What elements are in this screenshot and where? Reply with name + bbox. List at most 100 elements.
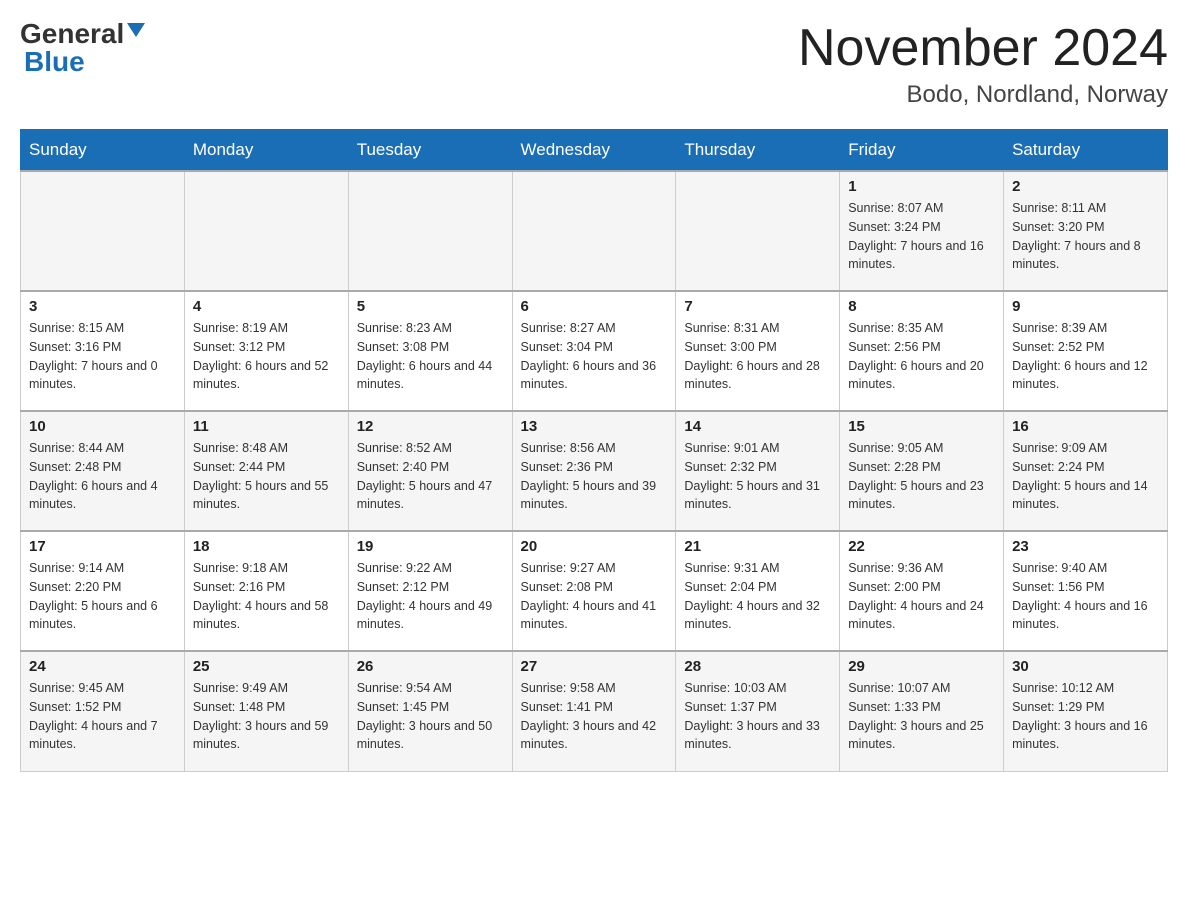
day-info: Sunrise: 8:31 AMSunset: 3:00 PMDaylight:… bbox=[684, 319, 831, 394]
day-info: Sunrise: 9:14 AMSunset: 2:20 PMDaylight:… bbox=[29, 559, 176, 634]
day-info: Sunrise: 8:44 AMSunset: 2:48 PMDaylight:… bbox=[29, 439, 176, 514]
calendar-title: November 2024 bbox=[798, 20, 1168, 77]
header-thursday: Thursday bbox=[676, 130, 840, 172]
day-info: Sunrise: 9:58 AMSunset: 1:41 PMDaylight:… bbox=[521, 679, 668, 754]
calendar-cell: 11 Sunrise: 8:48 AMSunset: 2:44 PMDayligh… bbox=[184, 411, 348, 531]
calendar-cell: 27 Sunrise: 9:58 AMSunset: 1:41 PMDayligh… bbox=[512, 651, 676, 771]
calendar-cell: 7 Sunrise: 8:31 AMSunset: 3:00 PMDaylight… bbox=[676, 291, 840, 411]
day-number: 12 bbox=[357, 418, 504, 435]
calendar-cell: 13 Sunrise: 8:56 AMSunset: 2:36 PMDayligh… bbox=[512, 411, 676, 531]
calendar-cell: 17 Sunrise: 9:14 AMSunset: 2:20 PMDayligh… bbox=[21, 531, 185, 651]
day-number: 27 bbox=[521, 658, 668, 675]
day-number: 17 bbox=[29, 538, 176, 555]
day-info: Sunrise: 9:18 AMSunset: 2:16 PMDaylight:… bbox=[193, 559, 340, 634]
calendar-cell: 2 Sunrise: 8:11 AMSunset: 3:20 PMDaylight… bbox=[1004, 171, 1168, 291]
calendar-cell: 6Sunrise: 8:27 AMSunset: 3:04 PMDaylight… bbox=[512, 291, 676, 411]
calendar-cell: 20 Sunrise: 9:27 AMSunset: 2:08 PMDayligh… bbox=[512, 531, 676, 651]
day-info: Sunrise: 9:22 AMSunset: 2:12 PMDaylight:… bbox=[357, 559, 504, 634]
day-number: 7 bbox=[684, 298, 831, 315]
calendar-cell: 26Sunrise: 9:54 AMSunset: 1:45 PMDayligh… bbox=[348, 651, 512, 771]
calendar-table: Sunday Monday Tuesday Wednesday Thursday… bbox=[20, 129, 1168, 772]
day-number: 9 bbox=[1012, 298, 1159, 315]
calendar-cell: 15 Sunrise: 9:05 AMSunset: 2:28 PMDayligh… bbox=[840, 411, 1004, 531]
day-number: 24 bbox=[29, 658, 176, 675]
logo-triangle-icon bbox=[127, 23, 145, 46]
day-number: 10 bbox=[29, 418, 176, 435]
calendar-cell: 28 Sunrise: 10:03 AMSunset: 1:37 PMDaylig… bbox=[676, 651, 840, 771]
day-number: 5 bbox=[357, 298, 504, 315]
week-row-5: 24 Sunrise: 9:45 AMSunset: 1:52 PMDayligh… bbox=[21, 651, 1168, 771]
day-info: Sunrise: 9:31 AMSunset: 2:04 PMDaylight:… bbox=[684, 559, 831, 634]
day-number: 15 bbox=[848, 418, 995, 435]
day-info: Sunrise: 9:05 AMSunset: 2:28 PMDaylight:… bbox=[848, 439, 995, 514]
calendar-cell: 1 Sunrise: 8:07 AMSunset: 3:24 PMDaylight… bbox=[840, 171, 1004, 291]
day-info: Sunrise: 8:19 AMSunset: 3:12 PMDaylight:… bbox=[193, 319, 340, 394]
day-info: Sunrise: 8:56 AMSunset: 2:36 PMDaylight:… bbox=[521, 439, 668, 514]
day-info: Sunrise: 8:52 AMSunset: 2:40 PMDaylight:… bbox=[357, 439, 504, 514]
day-info: Sunrise: 8:07 AMSunset: 3:24 PMDaylight:… bbox=[848, 199, 995, 274]
week-row-2: 3Sunrise: 8:15 AMSunset: 3:16 PMDaylight… bbox=[21, 291, 1168, 411]
day-number: 11 bbox=[193, 418, 340, 435]
day-info: Sunrise: 9:36 AMSunset: 2:00 PMDaylight:… bbox=[848, 559, 995, 634]
calendar-cell: 21 Sunrise: 9:31 AMSunset: 2:04 PMDayligh… bbox=[676, 531, 840, 651]
day-info: Sunrise: 8:35 AMSunset: 2:56 PMDaylight:… bbox=[848, 319, 995, 394]
day-info: Sunrise: 9:27 AMSunset: 2:08 PMDaylight:… bbox=[521, 559, 668, 634]
day-number: 28 bbox=[684, 658, 831, 675]
day-number: 30 bbox=[1012, 658, 1159, 675]
day-number: 14 bbox=[684, 418, 831, 435]
day-info: Sunrise: 8:23 AMSunset: 3:08 PMDaylight:… bbox=[357, 319, 504, 394]
day-number: 29 bbox=[848, 658, 995, 675]
day-number: 1 bbox=[848, 178, 995, 195]
day-info: Sunrise: 8:27 AMSunset: 3:04 PMDaylight:… bbox=[521, 319, 668, 394]
day-number: 8 bbox=[848, 298, 995, 315]
header-sunday: Sunday bbox=[21, 130, 185, 172]
weekday-header-row: Sunday Monday Tuesday Wednesday Thursday… bbox=[21, 130, 1168, 172]
header-friday: Friday bbox=[840, 130, 1004, 172]
calendar-cell: 22Sunrise: 9:36 AMSunset: 2:00 PMDayligh… bbox=[840, 531, 1004, 651]
day-number: 13 bbox=[521, 418, 668, 435]
calendar-cell bbox=[348, 171, 512, 291]
day-info: Sunrise: 9:40 AMSunset: 1:56 PMDaylight:… bbox=[1012, 559, 1159, 634]
day-info: Sunrise: 8:11 AMSunset: 3:20 PMDaylight:… bbox=[1012, 199, 1159, 274]
day-number: 20 bbox=[521, 538, 668, 555]
header-wednesday: Wednesday bbox=[512, 130, 676, 172]
calendar-cell bbox=[512, 171, 676, 291]
day-info: Sunrise: 9:49 AMSunset: 1:48 PMDaylight:… bbox=[193, 679, 340, 754]
calendar-cell bbox=[676, 171, 840, 291]
page-header: General Blue November 2024 Bodo, Nordlan… bbox=[20, 20, 1168, 109]
calendar-cell: 18 Sunrise: 9:18 AMSunset: 2:16 PMDayligh… bbox=[184, 531, 348, 651]
calendar-cell: 10 Sunrise: 8:44 AMSunset: 2:48 PMDayligh… bbox=[21, 411, 185, 531]
day-number: 18 bbox=[193, 538, 340, 555]
title-block: November 2024 Bodo, Nordland, Norway bbox=[798, 20, 1168, 109]
week-row-4: 17 Sunrise: 9:14 AMSunset: 2:20 PMDayligh… bbox=[21, 531, 1168, 651]
calendar-cell bbox=[21, 171, 185, 291]
week-row-1: 1 Sunrise: 8:07 AMSunset: 3:24 PMDaylight… bbox=[21, 171, 1168, 291]
week-row-3: 10 Sunrise: 8:44 AMSunset: 2:48 PMDayligh… bbox=[21, 411, 1168, 531]
day-info: Sunrise: 9:01 AMSunset: 2:32 PMDaylight:… bbox=[684, 439, 831, 514]
calendar-cell: 30 Sunrise: 10:12 AMSunset: 1:29 PMDaylig… bbox=[1004, 651, 1168, 771]
logo-general: General bbox=[20, 20, 124, 48]
day-number: 25 bbox=[193, 658, 340, 675]
day-info: Sunrise: 10:03 AMSunset: 1:37 PMDaylight… bbox=[684, 679, 831, 754]
day-number: 19 bbox=[357, 538, 504, 555]
calendar-cell: 19 Sunrise: 9:22 AMSunset: 2:12 PMDayligh… bbox=[348, 531, 512, 651]
day-info: Sunrise: 9:09 AMSunset: 2:24 PMDaylight:… bbox=[1012, 439, 1159, 514]
calendar-cell: 3Sunrise: 8:15 AMSunset: 3:16 PMDaylight… bbox=[21, 291, 185, 411]
logo: General Blue bbox=[20, 20, 145, 76]
header-saturday: Saturday bbox=[1004, 130, 1168, 172]
calendar-cell bbox=[184, 171, 348, 291]
calendar-cell: 24 Sunrise: 9:45 AMSunset: 1:52 PMDayligh… bbox=[21, 651, 185, 771]
day-info: Sunrise: 8:15 AMSunset: 3:16 PMDaylight:… bbox=[29, 319, 176, 394]
calendar-cell: 9 Sunrise: 8:39 AMSunset: 2:52 PMDaylight… bbox=[1004, 291, 1168, 411]
calendar-cell: 5 Sunrise: 8:23 AMSunset: 3:08 PMDaylight… bbox=[348, 291, 512, 411]
calendar-cell: 23Sunrise: 9:40 AMSunset: 1:56 PMDayligh… bbox=[1004, 531, 1168, 651]
day-info: Sunrise: 9:45 AMSunset: 1:52 PMDaylight:… bbox=[29, 679, 176, 754]
day-info: Sunrise: 9:54 AMSunset: 1:45 PMDaylight:… bbox=[357, 679, 504, 754]
day-info: Sunrise: 8:39 AMSunset: 2:52 PMDaylight:… bbox=[1012, 319, 1159, 394]
day-info: Sunrise: 10:12 AMSunset: 1:29 PMDaylight… bbox=[1012, 679, 1159, 754]
day-number: 2 bbox=[1012, 178, 1159, 195]
day-info: Sunrise: 8:48 AMSunset: 2:44 PMDaylight:… bbox=[193, 439, 340, 514]
day-number: 21 bbox=[684, 538, 831, 555]
calendar-cell: 4Sunrise: 8:19 AMSunset: 3:12 PMDaylight… bbox=[184, 291, 348, 411]
calendar-cell: 8 Sunrise: 8:35 AMSunset: 2:56 PMDaylight… bbox=[840, 291, 1004, 411]
